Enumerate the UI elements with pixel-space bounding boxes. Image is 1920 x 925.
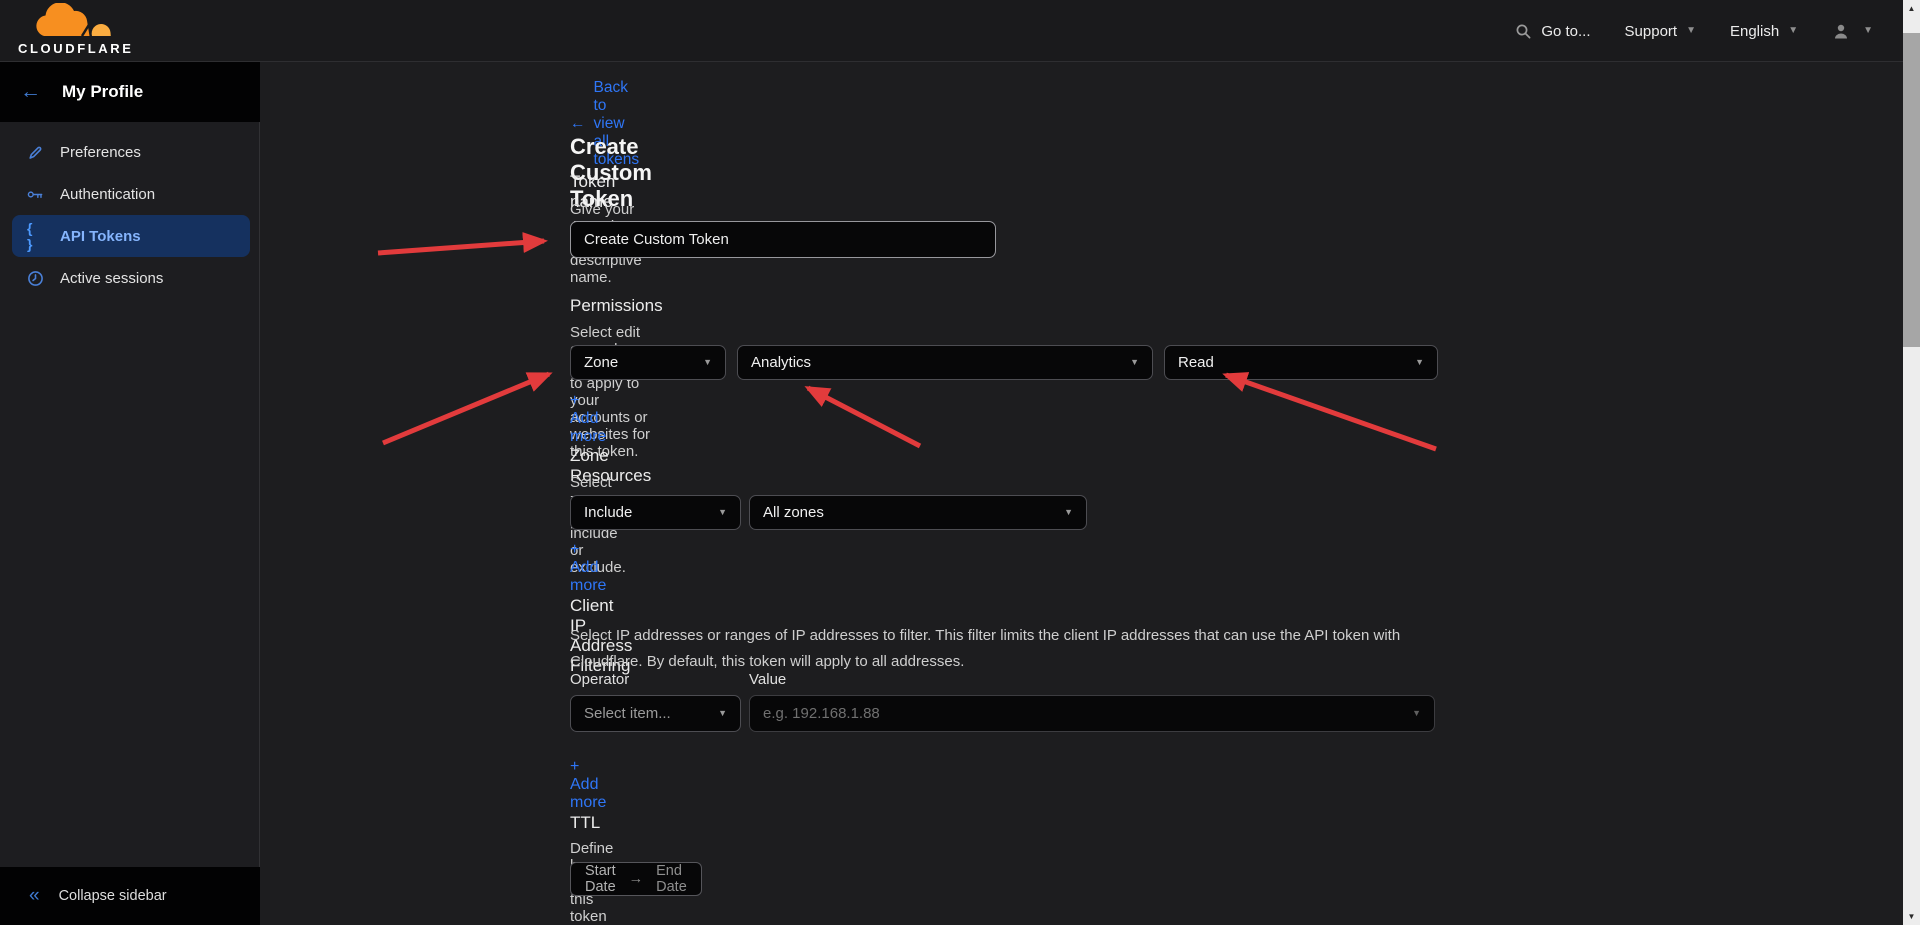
user-icon <box>1832 23 1850 40</box>
scrollbar-thumb[interactable] <box>1903 33 1920 347</box>
braces-icon: { } <box>27 228 44 245</box>
chevron-down-icon: ▼ <box>1788 26 1798 36</box>
goto-label: Go to... <box>1541 23 1590 40</box>
cloudflare-wordmark: CLOUDFLARE <box>18 41 136 56</box>
sidebar-item-preferences[interactable]: Preferences <box>0 131 260 173</box>
end-date-placeholder: End Date <box>656 863 687 895</box>
permission-access-select[interactable]: Read ▼ <box>1164 345 1438 380</box>
goto-search[interactable]: Go to... <box>1515 23 1590 40</box>
annotation-arrows <box>0 0 1920 925</box>
annotation-arrow-analytics <box>808 388 920 446</box>
back-arrow-icon[interactable]: ← <box>20 80 41 104</box>
sidebar-nav: Preferences Authentication { } API Token… <box>0 131 260 299</box>
chevron-down-icon: ▼ <box>1863 26 1873 36</box>
chevron-down-icon: ▼ <box>1412 709 1421 718</box>
zone-scope-select[interactable]: All zones ▼ <box>749 495 1087 530</box>
account-menu[interactable]: ▼ <box>1832 23 1873 40</box>
sidebar-item-label: API Tokens <box>60 228 141 245</box>
search-icon <box>1515 23 1532 40</box>
chevron-down-icon: ▼ <box>703 358 712 367</box>
cloudflare-dashboard: CLOUDFLARE Go to... Support ▼ English ▼ <box>0 0 1920 925</box>
client-ip-description: Select IP addresses or ranges of IP addr… <box>570 623 1464 675</box>
ttl-label: TTL <box>570 813 600 833</box>
permissions-add-more-link[interactable]: + Add more <box>570 392 606 446</box>
chevron-down-icon: ▼ <box>1064 508 1073 517</box>
operator-select[interactable]: Select item... ▼ <box>570 695 741 732</box>
back-arrow-icon: ← <box>570 115 586 133</box>
annotation-arrow-token-name <box>378 241 544 253</box>
scroll-down-button[interactable]: ▼ <box>1903 908 1920 925</box>
zone-resources-add-more-link[interactable]: + Add more <box>570 541 606 595</box>
ip-value-input[interactable]: e.g. 192.168.1.88 ▼ <box>749 695 1435 732</box>
topnav: Go to... Support ▼ English ▼ ▼ <box>1515 0 1873 62</box>
scrollbar: ▲ ▼ <box>1903 0 1920 925</box>
permission-scope-select[interactable]: Zone ▼ <box>570 345 726 380</box>
chevron-down-icon: ▼ <box>1415 358 1424 367</box>
chevron-down-icon: ▼ <box>718 709 727 718</box>
scroll-up-button[interactable]: ▲ <box>1903 0 1920 17</box>
annotation-arrow-read <box>1226 375 1436 449</box>
language-menu[interactable]: English ▼ <box>1730 23 1798 40</box>
zone-include-select[interactable]: Include ▼ <box>570 495 741 530</box>
collapse-label: Collapse sidebar <box>59 888 167 904</box>
sidebar-item-label: Authentication <box>60 186 155 203</box>
ttl-date-range-picker[interactable]: Start Date → End Date <box>570 862 702 896</box>
client-ip-add-more-link[interactable]: + Add more <box>570 758 606 812</box>
cloudflare-logo[interactable]: CLOUDFLARE <box>16 3 136 59</box>
collapse-icon: « <box>29 885 40 907</box>
support-menu[interactable]: Support ▼ <box>1625 23 1696 40</box>
sidebar-title: My Profile <box>62 82 143 102</box>
chevron-down-icon: ▼ <box>718 508 727 517</box>
operator-label: Operator <box>570 671 629 688</box>
support-label: Support <box>1625 23 1678 40</box>
cloudflare-cloud-icon <box>16 3 134 41</box>
collapse-sidebar-button[interactable]: « Collapse sidebar <box>0 867 260 925</box>
value-label: Value <box>749 671 786 688</box>
start-date-placeholder: Start Date <box>585 863 616 895</box>
clock-icon <box>27 270 44 287</box>
topbar: CLOUDFLARE Go to... Support ▼ English ▼ <box>0 0 1903 62</box>
sidebar-header: ← My Profile <box>0 62 260 122</box>
token-name-input[interactable] <box>570 221 996 258</box>
annotation-arrow-zone <box>383 374 549 443</box>
sidebar-item-label: Active sessions <box>60 270 163 287</box>
chevron-down-icon: ▼ <box>1130 358 1139 367</box>
sidebar-item-api-tokens[interactable]: { } API Tokens <box>12 215 250 257</box>
permissions-label: Permissions <box>570 296 663 316</box>
sidebar-item-active-sessions[interactable]: Active sessions <box>0 257 260 299</box>
key-icon <box>27 186 44 203</box>
sidebar: ← My Profile Preferences Aut <box>0 62 260 925</box>
language-label: English <box>1730 23 1779 40</box>
sidebar-item-label: Preferences <box>60 144 141 161</box>
arrow-right-icon: → <box>629 871 644 887</box>
pencil-icon <box>27 144 44 161</box>
sidebar-item-authentication[interactable]: Authentication <box>0 173 260 215</box>
permission-group-select[interactable]: Analytics ▼ <box>737 345 1153 380</box>
chevron-down-icon: ▼ <box>1686 26 1696 36</box>
